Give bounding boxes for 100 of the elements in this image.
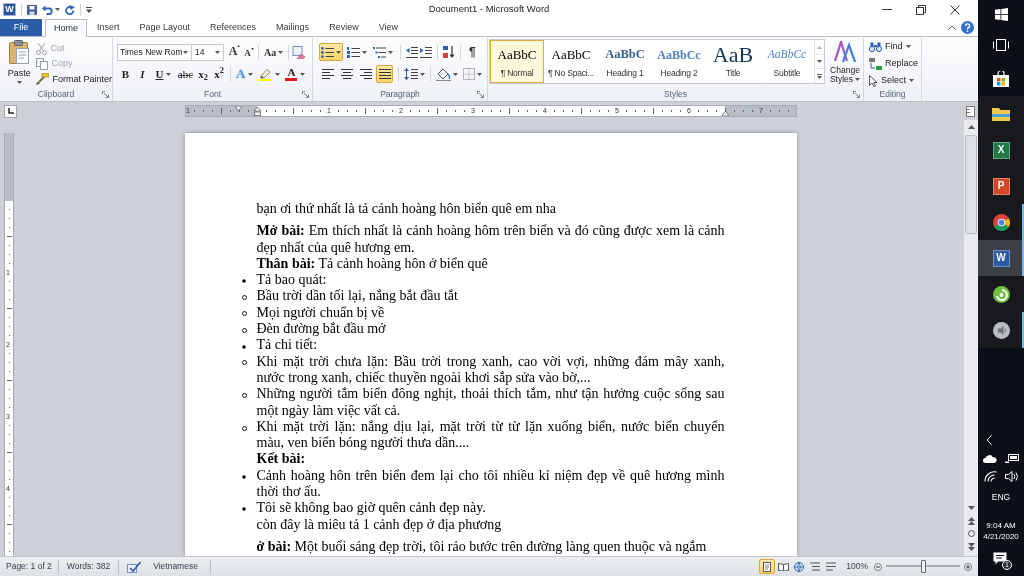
clear-formatting-icon[interactable] bbox=[292, 45, 307, 59]
chevron-left-icon[interactable] bbox=[986, 435, 992, 445]
style-option[interactable]: AaBbCc Heading 2 bbox=[652, 40, 706, 83]
dialog-launcher-icon[interactable] bbox=[302, 90, 309, 98]
line-spacing-icon[interactable] bbox=[404, 68, 418, 80]
zoom-slider-thumb[interactable] bbox=[921, 560, 926, 573]
superscript-button[interactable]: x$^{2}$ bbox=[211, 65, 227, 83]
page-count[interactable]: Page: 1 of 2 bbox=[0, 560, 58, 573]
style-option[interactable]: AaBbC Heading 1 bbox=[598, 40, 652, 83]
taskbar-app-button[interactable]: W bbox=[978, 240, 1024, 276]
left-align-icon bbox=[321, 69, 334, 79]
font-color-button[interactable]: A bbox=[283, 65, 308, 83]
app-logo[interactable]: W bbox=[3, 3, 16, 16]
notification-icon[interactable] bbox=[993, 552, 1007, 565]
style-option[interactable]: AaBbCc Subtitle bbox=[760, 40, 814, 83]
right-indent-icon[interactable] bbox=[722, 111, 729, 116]
style-preview: AaBbCc bbox=[767, 48, 807, 61]
ribbon-tab[interactable]: References bbox=[200, 19, 267, 36]
sort-icon[interactable] bbox=[443, 46, 455, 58]
gallery-down-icon[interactable] bbox=[817, 60, 822, 63]
find-button[interactable]: Find bbox=[869, 38, 921, 55]
outline-icon bbox=[810, 562, 821, 571]
bulleted-list-icon bbox=[321, 46, 334, 58]
style-option[interactable]: AaBbC ¶ Normal bbox=[490, 40, 544, 83]
restore-icon[interactable] bbox=[916, 4, 926, 15]
increase-indent-icon[interactable] bbox=[420, 46, 432, 58]
circle-bullet-icon bbox=[241, 311, 247, 317]
hanging-indent-icon[interactable] bbox=[254, 107, 261, 116]
justify-button[interactable] bbox=[376, 65, 393, 83]
collapse-ribbon-icon[interactable] bbox=[948, 25, 956, 30]
paste-button[interactable]: Paste bbox=[6, 40, 33, 87]
zoom-out-icon[interactable] bbox=[874, 562, 882, 571]
customize-toolbar-icon[interactable] bbox=[86, 6, 92, 13]
shrink-font-button[interactable]: A bbox=[243, 44, 255, 60]
style-option[interactable]: AaB Title bbox=[706, 40, 760, 83]
view-ruler-icon[interactable] bbox=[966, 105, 975, 117]
caret-icon bbox=[477, 72, 482, 76]
decrease-indent-icon[interactable] bbox=[406, 46, 418, 58]
ribbon-tab[interactable]: Review bbox=[319, 19, 369, 36]
change-case-button[interactable]: Aa bbox=[262, 44, 286, 60]
start-icon[interactable] bbox=[994, 7, 1008, 21]
show-marks-button[interactable]: ¶ bbox=[466, 43, 479, 61]
word-count[interactable]: Words: 382 bbox=[58, 560, 119, 573]
ribbon-tab[interactable]: Page Layout bbox=[129, 19, 201, 36]
speaker-circle-icon bbox=[992, 321, 1010, 339]
dialog-launcher-icon[interactable] bbox=[853, 90, 860, 98]
font-name-field[interactable]: Times New Rom bbox=[117, 43, 192, 61]
scrollbar-thumb[interactable] bbox=[965, 135, 977, 234]
subscript-button[interactable]: x$_{2}$ bbox=[195, 65, 211, 83]
zoom-slider[interactable] bbox=[886, 560, 960, 573]
redo-icon[interactable] bbox=[65, 4, 75, 15]
underline-button[interactable]: U bbox=[151, 65, 176, 83]
ribbon-tab[interactable]: Insert bbox=[87, 19, 130, 36]
select-button[interactable]: Select bbox=[869, 72, 921, 89]
dialog-launcher-icon[interactable] bbox=[102, 90, 109, 98]
save-icon[interactable] bbox=[27, 4, 37, 15]
replace-button[interactable]: Replace bbox=[869, 55, 921, 72]
language-indicator[interactable]: Vietnamese bbox=[141, 560, 210, 573]
grow-font-button[interactable]: A bbox=[228, 44, 241, 60]
first-line-indent-icon[interactable] bbox=[235, 106, 242, 111]
browse-object-icon[interactable] bbox=[967, 530, 975, 537]
volume-icon[interactable] bbox=[1004, 471, 1019, 482]
browser-icon bbox=[992, 213, 1010, 231]
clock-date[interactable]: 4/21/2020 bbox=[983, 531, 1019, 542]
next-page-icon[interactable] bbox=[967, 542, 975, 551]
previous-page-icon[interactable] bbox=[967, 516, 975, 525]
font-size-field[interactable]: 14 bbox=[191, 43, 224, 61]
help-icon[interactable] bbox=[961, 21, 974, 34]
dialog-launcher-icon[interactable] bbox=[477, 90, 484, 98]
pointer-icon bbox=[869, 74, 878, 87]
ribbon-tab[interactable]: View bbox=[368, 19, 408, 36]
bullets-button[interactable] bbox=[319, 43, 343, 61]
paint-bucket-icon[interactable] bbox=[436, 67, 451, 81]
zoom-level[interactable]: 100% bbox=[844, 560, 870, 573]
cloud-icon[interactable] bbox=[983, 454, 997, 463]
proofing-icon[interactable] bbox=[127, 560, 142, 573]
shopping-bag-icon[interactable] bbox=[993, 71, 1009, 87]
scroll-up-icon[interactable] bbox=[967, 125, 975, 129]
task-view-icon[interactable] bbox=[993, 39, 1009, 51]
input-language[interactable]: ENG bbox=[991, 492, 1011, 502]
undo-icon[interactable] bbox=[42, 4, 53, 15]
ribbon-tab[interactable]: Mailings bbox=[266, 19, 320, 36]
zoom-in-icon[interactable] bbox=[964, 562, 972, 571]
close-icon[interactable] bbox=[950, 4, 960, 15]
format-painter-button[interactable]: Format Painter bbox=[36, 71, 112, 87]
scissors-icon bbox=[36, 42, 48, 55]
change-styles-button[interactable]: Change Styles bbox=[827, 39, 863, 84]
bold-button[interactable]: B bbox=[117, 65, 134, 83]
clock-time[interactable]: 9:04 AM bbox=[986, 520, 1016, 531]
caret-icon bbox=[420, 72, 425, 76]
wifi-icon[interactable] bbox=[983, 471, 997, 482]
gallery-more-icon[interactable] bbox=[817, 73, 822, 79]
file-tab[interactable]: File bbox=[0, 19, 42, 36]
scroll-down-icon[interactable] bbox=[967, 505, 975, 510]
ribbon-tab[interactable]: Home bbox=[45, 19, 87, 37]
battery-icon[interactable] bbox=[1005, 454, 1019, 463]
style-option[interactable]: AaBbC ¶ No Spaci... bbox=[544, 40, 598, 83]
italic-button[interactable]: I bbox=[134, 65, 151, 83]
tab-selector-button[interactable] bbox=[4, 104, 17, 118]
view-button[interactable] bbox=[759, 559, 776, 574]
